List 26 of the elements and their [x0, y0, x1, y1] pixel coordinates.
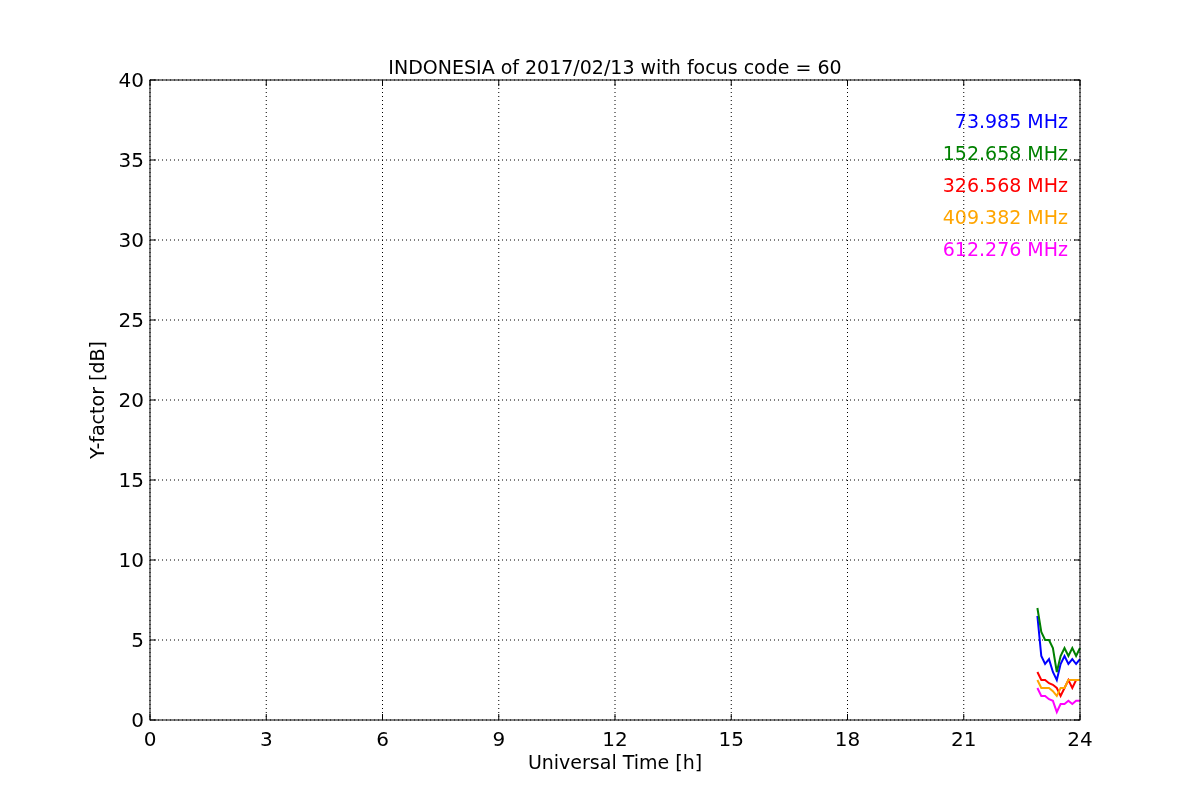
tick-label: 20 — [118, 388, 144, 412]
tick-label: 35 — [118, 148, 144, 172]
legend-label: 152.658 MHz — [942, 142, 1068, 164]
tick-label: 0 — [131, 708, 144, 732]
tick-label: 12 — [602, 727, 628, 751]
tick-label: 18 — [834, 727, 861, 751]
tick-label: 30 — [118, 228, 144, 252]
chart-title: INDONESIA of 2017/02/13 with focus code = 60 — [388, 56, 842, 78]
tick-label: 3 — [259, 727, 273, 751]
tick-label: 5 — [131, 628, 144, 652]
legend-label: 326.568 MHz — [942, 174, 1068, 196]
tick-label: 10 — [118, 548, 144, 572]
tick-label: 21 — [951, 727, 977, 751]
legend-label: 409.382 MHz — [942, 206, 1068, 228]
tick-label: 15 — [718, 727, 744, 751]
tick-label: 25 — [118, 308, 144, 332]
tick-label: 0 — [143, 727, 157, 751]
tick-label: 40 — [118, 68, 144, 92]
tick-label: 15 — [118, 468, 144, 492]
x-axis-label: Universal Time [h] — [527, 751, 703, 773]
tick-label: 9 — [492, 727, 506, 751]
y-axis-label: Y-factor [dB] — [86, 341, 108, 459]
tick-label: 6 — [376, 727, 389, 751]
legend-label: 612.276 MHz — [942, 238, 1068, 260]
tick-label: 24 — [1067, 727, 1093, 751]
legend-label: 73.985 MHz — [954, 110, 1068, 132]
